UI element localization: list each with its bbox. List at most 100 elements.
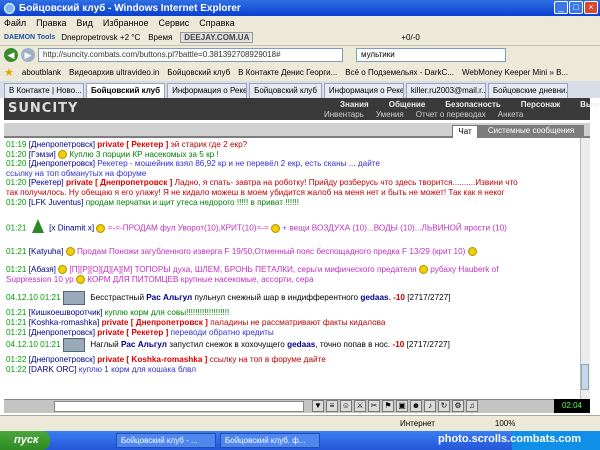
msg-nick[interactable]: [Katyuha] <box>29 247 64 256</box>
browser-tab-active[interactable]: Бойцовский клуб <box>86 83 166 98</box>
browser-tab[interactable]: Бойцовский клуб <box>249 83 322 98</box>
msg-date: 04.12.10 <box>6 340 38 350</box>
chat-scrollbar[interactable] <box>580 138 590 400</box>
taskbar-item[interactable]: Бойцовский клуб - ... <box>116 433 216 448</box>
menu-view[interactable]: Вид <box>77 18 93 28</box>
nav-knowledge[interactable]: Знания <box>330 100 379 109</box>
fav-item[interactable]: Всё о Подземельях - DarkC... <box>345 68 454 77</box>
msg-nick[interactable]: [Гэмзи] <box>29 150 56 159</box>
close-button[interactable]: × <box>584 1 598 14</box>
tab-chat[interactable]: Чат <box>452 125 478 138</box>
msg-text: ссылку на топ в форуме дайте <box>209 355 326 365</box>
browser-tab[interactable]: Информация о Рекет... <box>323 83 404 98</box>
lock-icon[interactable]: ▣ <box>396 400 408 412</box>
filter-icon[interactable]: ▼ <box>312 400 324 412</box>
smiley-icon <box>467 247 477 257</box>
menu-help[interactable]: Справка <box>199 18 234 28</box>
chat-message: 01:20 [Днепропетровск] Рекетер - мошейни… <box>6 159 578 169</box>
msg-nick[interactable]: [Днепропетровск] <box>29 140 95 149</box>
menu-tools[interactable]: Сервис <box>158 18 189 28</box>
msg-time: 01:21 <box>40 340 61 350</box>
nav-character[interactable]: Персонаж <box>511 100 570 109</box>
tool-icon[interactable]: ✂ <box>368 400 380 412</box>
nav-inventory[interactable]: Инвентарь <box>318 110 370 119</box>
refresh-icon[interactable]: ↻ <box>438 400 450 412</box>
msg-nick[interactable]: [Koshka-romashka] <box>29 318 100 327</box>
msg-actor[interactable]: Рас Альгул <box>146 293 192 302</box>
smiley-icon <box>96 223 106 233</box>
chat-input[interactable] <box>54 401 304 412</box>
note-icon[interactable]: ♪ <box>424 400 436 412</box>
chat-message: 04.12.10 01:21 Бесстрастный Рас Альгул п… <box>6 290 578 308</box>
fav-item[interactable]: Бойцовский клуб <box>167 68 230 77</box>
forward-icon[interactable]: ▶ <box>21 48 35 62</box>
back-icon[interactable]: ◀ <box>4 48 18 62</box>
msg-private[interactable]: private [ Днепропетровск ] <box>66 178 172 187</box>
address-bar[interactable]: http://suncity.combats.com/buttons.pl?ba… <box>38 48 343 62</box>
security-zone: Интернет <box>400 419 435 428</box>
browser-tab[interactable]: killer.ru2003@mail.r... <box>405 83 486 98</box>
minimize-button[interactable]: _ <box>554 1 568 14</box>
fav-item[interactable]: aboutblank <box>22 68 61 77</box>
browser-tab[interactable]: В Контакте | Ново... <box>4 83 84 98</box>
weather-label[interactable]: Dnepropetrovsk +2 °C <box>61 33 140 42</box>
nav-profile[interactable]: Анкета <box>492 110 530 119</box>
fav-item[interactable]: WebMoney Keeper Mini » B... <box>462 68 568 77</box>
taskbar-item[interactable]: Бойцовский клуб. ф... <box>220 433 320 448</box>
favorites-star-icon[interactable]: ★ <box>4 66 14 79</box>
msg-hp: [2717/2727] <box>407 293 451 303</box>
msg-private[interactable]: private [ Рекетер ] <box>97 140 168 149</box>
nav-exit[interactable]: Выход <box>570 100 600 109</box>
browser-tabs: В Контакте | Ново... Бойцовский клуб Инф… <box>0 81 600 98</box>
nav-security[interactable]: Безопасность <box>435 100 511 109</box>
msg-nick[interactable]: [x Dinamit x] <box>49 224 94 233</box>
time-label[interactable]: Время <box>148 33 172 42</box>
msg-nick[interactable]: [Кишкоешворотчик] <box>29 308 103 317</box>
nav-social[interactable]: Общение <box>379 100 436 109</box>
tab-system-messages[interactable]: Системные сообщения <box>478 125 584 138</box>
menu-file[interactable]: Файл <box>4 18 26 28</box>
game-clock: 02:04 <box>554 399 590 413</box>
msg-time: 01:21 <box>6 247 27 257</box>
msg-damage: . -10 <box>388 293 405 303</box>
nav-transfers[interactable]: Отчет о переводах <box>410 110 492 119</box>
game-logo: SUNCITY <box>8 101 79 116</box>
msg-nick[interactable]: [LFK Juventus] <box>29 198 84 207</box>
browser-tab[interactable]: Бойцовские дневни... <box>487 83 568 98</box>
scroll-thumb[interactable] <box>581 364 589 390</box>
dj-widget[interactable]: DEEJAY.COM.UA <box>180 32 254 43</box>
sound-icon[interactable]: ♫ <box>466 400 478 412</box>
flag-icon[interactable]: ⚑ <box>382 400 394 412</box>
msg-target[interactable]: gedaas <box>360 293 388 302</box>
browser-tab[interactable]: Информация о Рекет... <box>167 83 248 98</box>
msg-private[interactable]: private [ Koshka-romashka ] <box>97 355 207 364</box>
zoom-level[interactable]: 100% <box>495 419 515 428</box>
start-button[interactable]: пуск <box>0 431 50 450</box>
msg-nick[interactable]: [Днепропетровск] <box>29 355 95 364</box>
fav-item[interactable]: В Контакте Денис Георги... <box>238 68 337 77</box>
fav-item[interactable]: Видеоархив ultravideo.in <box>69 68 159 77</box>
users-icon[interactable]: ☺ <box>340 400 352 412</box>
search-input[interactable]: мультики <box>356 48 506 62</box>
maximize-button[interactable]: □ <box>569 1 583 14</box>
menu-edit[interactable]: Правка <box>36 18 66 28</box>
msg-private[interactable]: private [ Рекетер ] <box>97 328 168 337</box>
msg-nick[interactable]: [Рекетер] <box>29 178 64 187</box>
msg-nick[interactable]: [Абазя] <box>29 265 56 274</box>
msg-nick[interactable]: [Днепропетровск] <box>29 328 95 337</box>
msg-target[interactable]: gedaas <box>287 340 315 349</box>
msg-private[interactable]: private [ Днепропетровск ] <box>102 318 208 327</box>
msg-nick[interactable]: [Днепропетровск] <box>29 159 95 168</box>
chat-message: 01:21 [x Dinamit x] =-=-ПРОДАМ фул Уворо… <box>6 207 578 237</box>
msg-time: 01:21 <box>6 223 27 233</box>
smile-icon[interactable]: ☻ <box>410 400 422 412</box>
msg-nick[interactable]: [DARK ORC] <box>29 365 77 374</box>
msg-text: [П][Р][О][Д][А][М] ТОПОРЫ духа, ШЛЕМ, БР… <box>69 265 417 275</box>
settings-icon[interactable]: ⚙ <box>452 400 464 412</box>
chat-message: 01:19 [Днепропетровск] private [ Рекетер… <box>6 140 578 150</box>
msg-actor[interactable]: Рас Альгул <box>121 340 167 349</box>
nav-skills[interactable]: Умения <box>370 110 410 119</box>
list-icon[interactable]: ≡ <box>326 400 338 412</box>
menu-favorites[interactable]: Избранное <box>103 18 149 28</box>
fight-icon[interactable]: ⚔ <box>354 400 366 412</box>
